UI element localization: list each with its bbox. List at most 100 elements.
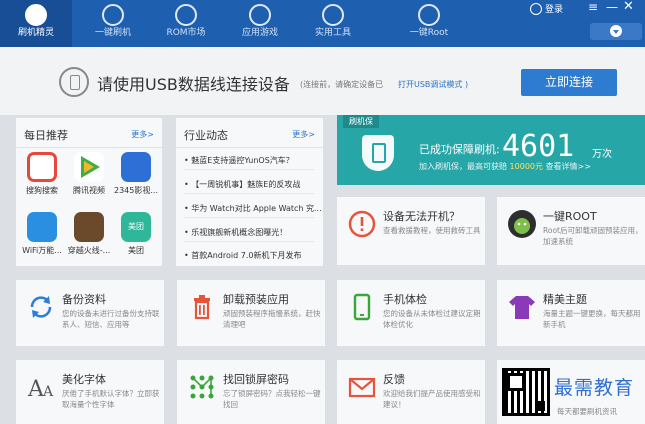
close-button[interactable]: ✕ xyxy=(623,0,634,14)
tile-title: 备份资料 xyxy=(62,293,106,306)
divider xyxy=(184,169,314,170)
daily-more-link[interactable]: 更多> xyxy=(131,129,154,140)
connect-now-button[interactable]: 立即连接 xyxy=(521,69,617,96)
tile-feedback[interactable]: 反馈 欢迎给我们提产品使用感受和建议！ xyxy=(337,360,485,424)
tile-desc: 海量主题一键更换，每天都用新手机 xyxy=(543,309,641,329)
cursor-icon xyxy=(102,4,124,26)
app-label: 2345影视... xyxy=(114,186,158,195)
nav-item-brush-genie[interactable]: 刷机精灵 xyxy=(0,0,72,47)
tile-title: 美化字体 xyxy=(62,373,106,386)
tile-themes[interactable]: 精美主题 海量主题一键更换，每天都用新手机 xyxy=(497,280,645,346)
tile-backup[interactable]: 备份资料 您的设备未进行过备份支持联系人、短信、应用等 xyxy=(16,280,164,346)
qr-code-icon xyxy=(502,368,550,416)
news-item[interactable]: • 首款Android 7.0新机下月发布 xyxy=(184,250,301,261)
minimize-button[interactable]: — xyxy=(606,0,618,14)
sogou-icon xyxy=(27,152,57,182)
app-label: 腾讯视频 xyxy=(73,186,105,195)
daily-recommend-card: 每日推荐 更多> 搜狗搜索 腾讯视频 2345影视... WiFi万能... 穿… xyxy=(16,118,162,266)
shield-logo-icon xyxy=(25,4,47,26)
meituan-icon: 美团 xyxy=(121,212,151,242)
divider xyxy=(176,147,323,148)
app-label: 穿越火线-... xyxy=(67,246,111,255)
shield-phone-icon xyxy=(362,135,394,171)
watermark-text: 最需教育 xyxy=(554,377,635,399)
tile-desc: 查看救援教程，使用救砖工具 xyxy=(383,226,481,235)
login-button[interactable]: 登录 xyxy=(530,2,563,15)
android-root-icon xyxy=(507,209,537,239)
app-label: WiFi万能... xyxy=(22,246,62,255)
news-item[interactable]: • 乐视旗舰新机概念图曝光！ xyxy=(184,227,287,238)
nav-item-tools[interactable]: 实用工具 xyxy=(302,0,364,47)
tile-desc: Root后可卸载顽固预装应用，加速系统 xyxy=(543,226,643,246)
tile-desc: 顽固预装程序拖慢系统，赶快清理吧 xyxy=(223,309,321,329)
download-icon xyxy=(610,25,622,37)
tile-cannot-boot[interactable]: 设备无法开机？ 查看救援教程，使用救砖工具 xyxy=(337,197,485,265)
tile-uninstall-preinstalled[interactable]: 卸载预装应用 顽固预装程序拖慢系统，赶快清理吧 xyxy=(177,280,325,346)
usb-debug-link[interactable]: 打开USB调试模式 ) xyxy=(398,79,468,90)
app-meituan[interactable]: 美团 美团 xyxy=(114,212,158,256)
guarantee-amount: 10000元 xyxy=(509,162,543,171)
nav-item-apps-games[interactable]: 应用游戏 xyxy=(229,0,291,47)
app-wifi-master[interactable]: WiFi万能... xyxy=(20,212,64,256)
news-item[interactable]: • 【一周锐机事】魅族E的反攻战 xyxy=(184,179,300,190)
tencent-video-icon xyxy=(74,152,104,182)
menu-button[interactable]: ≡ xyxy=(588,0,598,14)
login-label: 登录 xyxy=(545,5,564,15)
app-label: 美团 xyxy=(128,246,144,255)
tile-title: 反馈 xyxy=(383,373,405,386)
nav-item-label: 刷机精灵 xyxy=(17,28,54,38)
divider xyxy=(184,241,314,242)
nav-item-label: 一键刷机 xyxy=(94,28,131,38)
nav-item-rom-market[interactable]: ROM市场 xyxy=(155,0,217,47)
trash-icon xyxy=(187,292,217,322)
app-crossfire[interactable]: 穿越火线-... xyxy=(67,212,111,256)
industry-more-link[interactable]: 更多> xyxy=(292,129,315,140)
app-2345-video[interactable]: 2345影视... xyxy=(114,152,158,196)
nav-item-label: ROM市场 xyxy=(166,28,206,38)
connect-hint: (连接前，请确定设备已 xyxy=(300,80,384,89)
divider xyxy=(184,217,314,218)
guarantee-details-link: 查看详情>> xyxy=(543,162,591,171)
mail-icon xyxy=(347,372,377,402)
tile-fonts[interactable]: AA 美化字体 厌倦了手机默认字体？立即获取海量个性字体 xyxy=(16,360,164,424)
top-navigation-bar: 刷机精灵 一键刷机 ROM市场 应用游戏 实用工具 一键Root 登录 ≡ — … xyxy=(0,0,645,47)
pattern-lock-icon xyxy=(187,372,217,402)
news-item[interactable]: • 华为 Watch对比 Apple Watch 究... xyxy=(184,203,322,214)
nav-item-one-click-flash[interactable]: 一键刷机 xyxy=(82,0,144,47)
nav-item-one-click-root[interactable]: 一键Root xyxy=(396,0,462,47)
flash-guarantee-banner[interactable]: 刷机保 已成功保障刷机: 4601 万次 加入刷机保，最高可获赔 10000元 … xyxy=(337,115,645,185)
android-icon xyxy=(418,4,440,26)
app-label: 搜狗搜索 xyxy=(26,186,58,195)
tile-recover-lock-password[interactable]: 找回锁屏密码 忘了锁屏密码？点我轻松一键找回 xyxy=(177,360,325,424)
tile-title: 精美主题 xyxy=(543,293,587,306)
wifi-icon xyxy=(27,212,57,242)
tile-one-click-root[interactable]: 一键ROOT Root后可卸载顽固预装应用，加速系统 xyxy=(497,197,645,265)
divider xyxy=(16,147,162,148)
card-title: 每日推荐 xyxy=(24,129,68,142)
news-item[interactable]: • 魅蓝E支持遥控YunOS汽车？ xyxy=(184,155,294,166)
user-avatar-icon xyxy=(530,3,542,15)
tile-desc: 忘了锁屏密码？点我轻松一键找回 xyxy=(223,389,321,409)
tile-desc: 欢迎给我们提产品使用感受和建议！ xyxy=(383,389,481,409)
download-button[interactable] xyxy=(590,23,642,40)
tile-desc: 厌倦了手机默认字体？立即获取海量个性字体 xyxy=(62,389,160,409)
font-icon: AA xyxy=(26,372,56,402)
shirt-icon xyxy=(507,292,537,322)
guarantee-unit: 万次 xyxy=(592,149,612,160)
tile-desc: 每天都要刷机资讯 xyxy=(557,407,617,416)
nav-item-label: 应用游戏 xyxy=(241,28,278,38)
industry-news-card: 行业动态 更多> • 魅蓝E支持遥控YunOS汽车？ • 【一周锐机事】魅族E的… xyxy=(176,118,323,266)
connect-banner: 请使用USB数据线连接设备 (连接前，请确定设备已 打开USB调试模式 ) 立即… xyxy=(0,47,645,115)
tile-desc: 您的设备从未体检过建议定期体检优化 xyxy=(383,309,481,329)
tile-title: 设备无法开机？ xyxy=(383,210,460,223)
tile-desc: 您的设备未进行过备份支持联系人、短信、应用等 xyxy=(62,309,160,329)
grid-icon xyxy=(322,4,344,26)
connect-title: 请使用USB数据线连接设备 xyxy=(97,75,290,94)
alert-circle-icon xyxy=(347,209,377,239)
nav-item-label: 一键Root xyxy=(409,28,449,38)
2345-video-icon xyxy=(121,152,151,182)
guarantee-tag: 刷机保 xyxy=(343,115,379,128)
tile-phone-checkup[interactable]: 手机体检 您的设备从未体检过建议定期体检优化 xyxy=(337,280,485,346)
app-sogou-search[interactable]: 搜狗搜索 xyxy=(20,152,64,196)
app-tencent-video[interactable]: 腾讯视频 xyxy=(67,152,111,196)
